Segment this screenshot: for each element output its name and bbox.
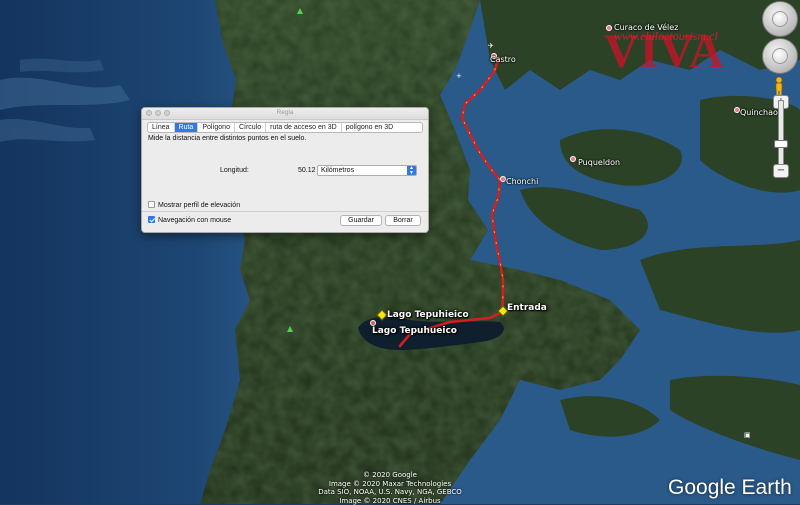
look-around-icon[interactable] <box>762 1 798 37</box>
clear-button[interactable]: Borrar <box>385 215 421 226</box>
length-value: 50.12 <box>298 167 316 174</box>
place-label-chonchi: Chonchi <box>506 177 539 186</box>
credit-line: Image © 2020 Maxar Technologies <box>328 479 452 488</box>
mouse-navigation-checkbox[interactable] <box>148 216 155 223</box>
tab-poligono[interactable]: Polígono <box>198 123 235 132</box>
save-button[interactable]: Guardar <box>340 215 382 226</box>
svg-text:▣: ▣ <box>744 431 751 439</box>
pin-label-entrada: Entrada <box>507 303 547 313</box>
tab-poligono-3d[interactable]: polígono en 3D <box>342 123 397 132</box>
watermark-url: www.chiloetourism.cl <box>614 29 718 43</box>
ruler-description: Mide la distancia entre distintos puntos… <box>148 135 307 142</box>
mouse-navigation-row[interactable]: Navegación con mouse <box>148 216 231 224</box>
show-elevation-row[interactable]: Mostrar perfil de elevación <box>148 201 240 209</box>
pin-label-lago-tepuhueico: Lago Tepuhueico <box>372 326 457 336</box>
credit-line: Data SIO, NOAA, U.S. Navy, NGA, GEBCO <box>318 488 462 497</box>
move-pan-icon[interactable] <box>762 38 798 74</box>
dialog-title: Regla <box>276 109 294 116</box>
zoom-out-button[interactable]: − <box>773 164 789 178</box>
length-label: Longitud: <box>220 167 249 174</box>
tab-circulo[interactable]: Círculo <box>235 123 267 132</box>
place-label-castro: Castro <box>490 55 516 64</box>
show-elevation-label: Mostrar perfil de elevación <box>158 202 241 209</box>
mouse-navigation-label: Navegación con mouse <box>158 217 232 224</box>
show-elevation-checkbox[interactable] <box>148 201 155 208</box>
pin-label-lago-tepuhieico: Lago Tepuhieico <box>387 310 469 320</box>
svg-text:✈: ✈ <box>488 42 494 50</box>
google-earth-logo: Google Earth <box>668 476 792 499</box>
zoom-slider[interactable] <box>778 100 784 166</box>
zoom-slider-thumb[interactable] <box>774 140 788 148</box>
dialog-titlebar[interactable]: Regla <box>142 108 428 120</box>
place-label-puqueldon: Puqueldon <box>578 158 621 167</box>
tab-ruta[interactable]: Ruta <box>174 123 199 132</box>
chevron-updown-icon: ▲ ▼ <box>407 166 416 175</box>
ruler-dialog: Regla Línea Ruta Polígono Círculo ruta d… <box>141 107 429 233</box>
unit-select-value: Kilómetros <box>321 167 355 174</box>
ruler-tabs: Línea Ruta Polígono Círculo ruta de acce… <box>147 122 423 133</box>
imagery-credits: © 2020 Google Image © 2020 Maxar Technol… <box>300 471 480 505</box>
credit-line: © 2020 Google <box>363 471 417 479</box>
unit-select[interactable]: Kilómetros ▲ ▼ <box>317 165 417 176</box>
place-label-quinchao: Quinchao <box>740 108 778 117</box>
tab-ruta-3d[interactable]: ruta de acceso en 3D <box>266 123 342 132</box>
place-marker-icon <box>570 156 576 162</box>
dialog-divider <box>142 211 428 212</box>
svg-text:+: + <box>456 72 462 80</box>
street-view-pegman-icon[interactable] <box>773 76 785 96</box>
tab-linea[interactable]: Línea <box>148 123 175 132</box>
